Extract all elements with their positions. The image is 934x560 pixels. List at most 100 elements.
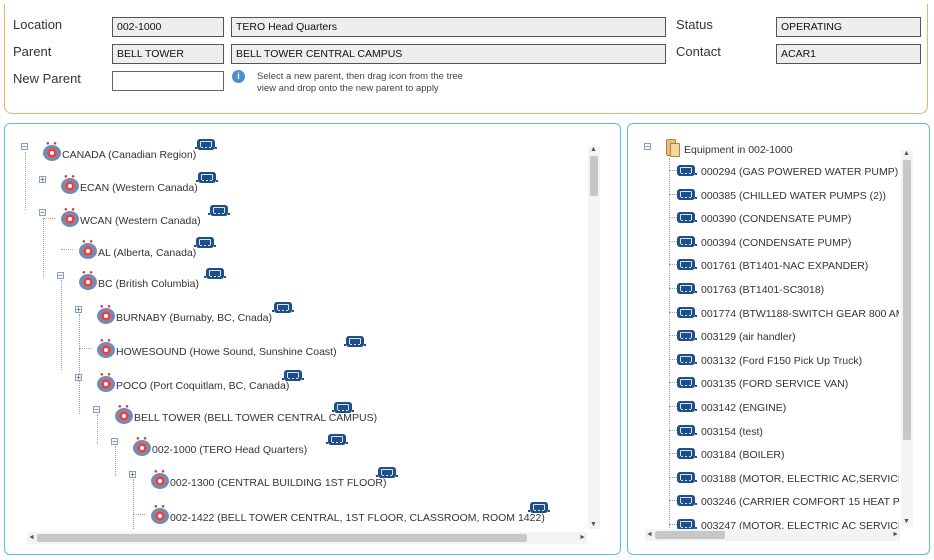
equipment-item-label[interactable]: 003184 (BOILER) [701,449,784,461]
location-tree-node[interactable]: ● ● HOWESOUND (Howe Sound, Sunshine Coast… [75,336,620,360]
equipment-item-label[interactable]: 001763 (BT1401-SC3018) [701,284,824,296]
equipment-list-item[interactable]: 001761 (BT1401-NAC EXPANDER) [677,256,899,278]
equipment-list-item[interactable]: 000394 (CONDENSATE PUMP) [677,233,899,255]
equipment-icon[interactable] [528,502,550,513]
location-tree-node[interactable]: − ● ● BC (British Columbia) [57,268,617,292]
scroll-left-arrow[interactable]: ◄ [28,534,35,542]
equipment-list-item[interactable]: 003129 (air handler) [677,327,899,349]
collapse-toggle[interactable]: − [21,143,28,151]
new-parent-input[interactable] [112,71,224,91]
equipment-item-label[interactable]: 000394 (CONDENSATE PUMP) [701,237,851,249]
equipment-list-item[interactable]: 003246 (CARRIER COMFORT 15 HEAT PU [677,492,899,514]
collapse-toggle[interactable]: − [111,438,118,446]
equipment-icon[interactable] [195,139,217,150]
equipment-item-label[interactable]: 003129 (air handler) [701,331,796,343]
equipment-root-node[interactable]: − Equipment in 002-1000 [644,138,894,160]
location-tree-node[interactable]: + ● ● POCO (Port Coquitlam, BC, Canada) [75,370,620,394]
new-parent-hint: Select a new parent, then drag icon from… [257,71,463,95]
location-tree-node-label[interactable]: 002-1000 (TERO Head Quarters) [152,444,307,456]
expand-toggle[interactable]: + [75,374,82,382]
equipment-item-label[interactable]: 001761 (BT1401-NAC EXPANDER) [701,260,868,272]
location-tree-vertical-scrollbar[interactable]: ▲ ▼ [588,146,600,529]
equipment-list-item[interactable]: 000385 (CHILLED WATER PUMPS (2)) [677,186,899,208]
location-icon: ● ● [151,469,171,489]
location-tree-node-label[interactable]: WCAN (Western Canada) [80,215,201,227]
equipment-item-label[interactable]: 003135 (FORD SERVICE VAN) [701,378,848,390]
location-tree-node-label[interactable]: BURNABY (Burnaby, BC, Cnada) [116,312,272,324]
location-icon: ● ● [133,436,153,456]
location-tree-node-label[interactable]: AL (Alberta, Canada) [98,247,196,259]
equipment-icon[interactable] [204,268,226,279]
equipment-icon[interactable] [196,172,218,183]
equipment-vertical-scrollbar[interactable]: ▲ ▼ [901,150,913,526]
equipment-item-label[interactable]: 001774 (BTW1188-SWITCH GEAR 800 AM [701,308,899,320]
location-icon-marks: ● ● [154,504,166,510]
equipment-list-item[interactable]: 003188 (MOTOR, ELECTRIC AC,SERVICE F [677,469,899,491]
scroll-down-arrow[interactable]: ▼ [590,521,597,529]
scroll-down-arrow[interactable]: ▼ [903,518,910,526]
equipment-list-item[interactable]: 003142 (ENGINE) [677,398,899,420]
collapse-toggle[interactable]: − [644,143,651,151]
location-tree[interactable]: − ● ● CANADA (Canadian Region) + ● ● ECAN (We… [5,124,620,554]
equipment-item-label[interactable]: 003188 (MOTOR, ELECTRIC AC,SERVICE F [701,473,899,485]
location-tree-node-label[interactable]: POCO (Port Coquitlam, BC, Canada) [116,380,289,392]
equipment-item-label[interactable]: 000385 (CHILLED WATER PUMPS (2)) [701,190,886,202]
expand-toggle[interactable]: + [129,471,136,479]
location-description-field: TERO Head Quarters [231,17,666,37]
equipment-horizontal-scrollbar[interactable]: ◄ ► [645,529,900,541]
equipment-icon[interactable] [326,434,348,445]
equipment-icon[interactable] [282,370,304,381]
scroll-right-arrow[interactable]: ► [892,531,899,539]
location-tree-node[interactable]: + ● ● 002-1300 (CENTRAL BUILDING 1ST FLOOR… [129,467,620,491]
location-tree-node-label[interactable]: 002-1422 (BELL TOWER CENTRAL, 1ST FLOOR,… [170,512,545,524]
equipment-item-label[interactable]: 003132 (Ford F150 Pick Up Truck) [701,355,862,367]
equipment-icon[interactable] [194,237,216,248]
location-tree-node[interactable]: + ● ● ECAN (Western Canada) [39,172,599,196]
scroll-left-arrow[interactable]: ◄ [646,531,653,539]
equipment-icon[interactable] [344,336,366,347]
location-tree-node-label[interactable]: HOWESOUND (Howe Sound, Sunshine Coast) [116,346,337,358]
equipment-list-item[interactable]: 000390 (CONDENSATE PUMP) [677,209,899,231]
equipment-icon[interactable] [332,402,354,413]
location-tree-node-label[interactable]: 002-1300 (CENTRAL BUILDING 1ST FLOOR) [170,477,387,489]
equipment-icon[interactable] [272,302,294,313]
location-tree-node[interactable]: ● ● AL (Alberta, Canada) [57,237,617,261]
collapse-toggle[interactable]: − [39,209,46,217]
equipment-list-item[interactable]: 001763 (BT1401-SC3018) [677,280,899,302]
expand-toggle[interactable]: + [75,306,82,314]
scroll-right-arrow[interactable]: ► [579,534,586,542]
location-tree-node-label[interactable]: ECAN (Western Canada) [80,182,198,194]
location-tree-node[interactable]: − ● ● CANADA (Canadian Region) [21,139,581,163]
location-tree-node[interactable]: + ● ● BURNABY (Burnaby, BC, Cnada) [75,302,620,326]
collapse-toggle[interactable]: − [57,272,64,280]
location-tree-node[interactable]: − ● ● BELL TOWER (BELL TOWER CENTRAL CAMPU… [93,402,620,426]
expand-toggle[interactable]: + [39,176,46,184]
collapse-toggle[interactable]: − [93,406,100,414]
equipment-list-item[interactable]: 001774 (BTW1188-SWITCH GEAR 800 AM [677,304,899,326]
equipment-tree[interactable]: − Equipment in 002-1000 000294 (GAS POWERE… [628,124,929,554]
location-tree-node[interactable]: − ● ● WCAN (Western Canada) [39,205,599,229]
location-tree-node-label[interactable]: BC (British Columbia) [98,278,199,290]
equipment-item-label[interactable]: 003246 (CARRIER COMFORT 15 HEAT PU [701,496,899,508]
equipment-list-item[interactable]: 000294 (GAS POWERED WATER PUMP) [677,162,899,184]
equipment-item-label[interactable]: 003142 (ENGINE) [701,402,786,414]
location-tree-node[interactable]: − ● ● 002-1000 (TERO Head Quarters) [111,434,620,458]
scroll-up-arrow[interactable]: ▲ [590,146,597,154]
location-tree-node[interactable]: ● ● 002-1422 (BELL TOWER CENTRAL, 1ST FLO… [129,502,620,526]
equipment-list-item[interactable]: 003154 (test) [677,422,899,444]
equipment-item-label[interactable]: 000294 (GAS POWERED WATER PUMP) [701,166,898,178]
equipment-icon[interactable] [376,467,398,478]
equipment-icon[interactable] [208,205,230,216]
equipment-list-item[interactable]: 003184 (BOILER) [677,445,899,467]
horizontal-scroll-thumb[interactable] [37,534,527,542]
vertical-scroll-thumb[interactable] [590,156,598,196]
equipment-item-label[interactable]: 000390 (CONDENSATE PUMP) [701,213,851,225]
location-tree-node-label[interactable]: CANADA (Canadian Region) [62,149,196,161]
equipment-list-item[interactable]: 003135 (FORD SERVICE VAN) [677,374,899,396]
equipment-item-label[interactable]: 003154 (test) [701,426,763,438]
equipment-list-item[interactable]: 003132 (Ford F150 Pick Up Truck) [677,351,899,373]
horizontal-scroll-thumb[interactable] [655,531,725,539]
location-tree-horizontal-scrollbar[interactable]: ◄ ► [27,532,587,544]
scroll-up-arrow[interactable]: ▲ [903,150,910,158]
vertical-scroll-thumb[interactable] [903,160,911,440]
